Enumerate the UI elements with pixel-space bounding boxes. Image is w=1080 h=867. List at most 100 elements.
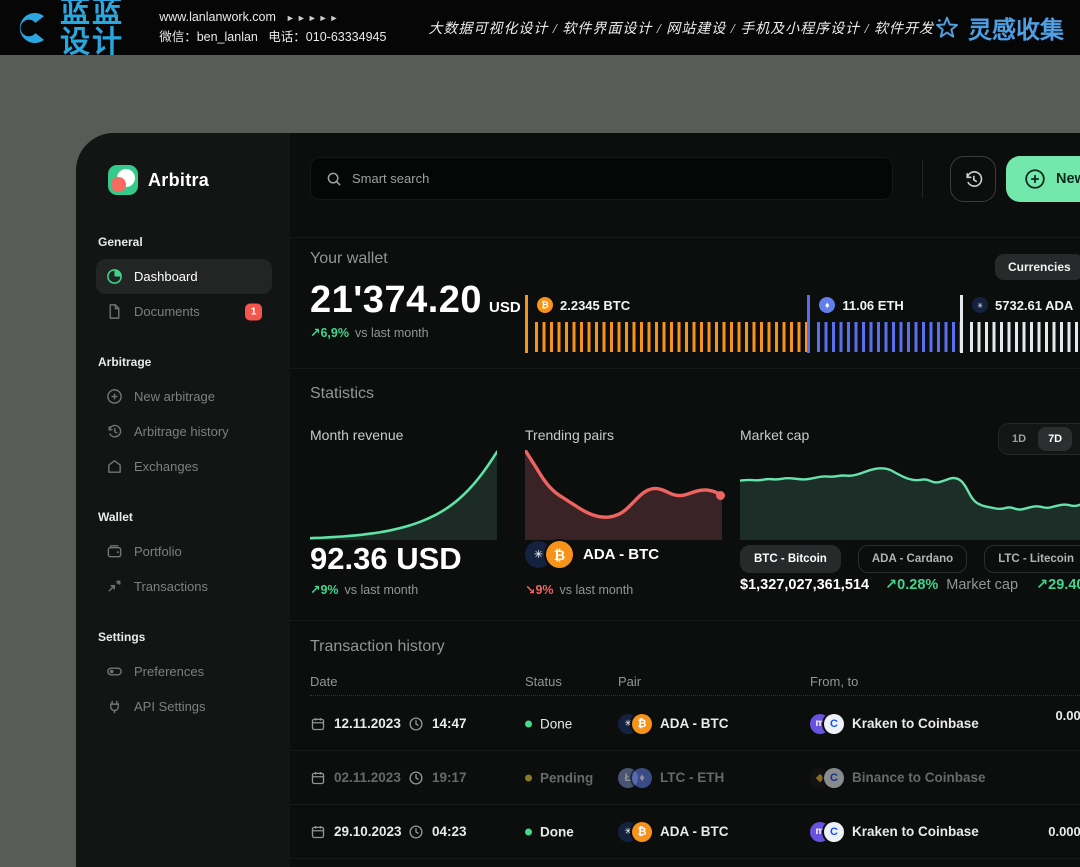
trending-pair-label: ADA - BTC bbox=[583, 546, 659, 563]
tx-amount: 0.0000 bbox=[1048, 824, 1080, 840]
month-revenue-change-suffix: vs last month bbox=[345, 583, 419, 597]
range-tab-1m[interactable]: 1M bbox=[1074, 427, 1080, 451]
segment-label: 11.06 ETH bbox=[842, 298, 903, 313]
ada-bars bbox=[970, 322, 1080, 352]
sidebar-item-label: Arbitrage history bbox=[134, 424, 229, 439]
arbitra-logo-icon bbox=[108, 165, 138, 195]
banner-wechat: 微信：ben_lanlan bbox=[159, 30, 258, 44]
search-bar[interactable] bbox=[310, 157, 893, 200]
sidebar-item-api-settings[interactable]: API Settings bbox=[96, 689, 272, 724]
sidebar-item-label: Preferences bbox=[134, 664, 204, 679]
topbar-divider bbox=[922, 160, 923, 198]
pair-icons bbox=[618, 822, 652, 842]
banner-collect-link[interactable]: 灵感收集 bbox=[934, 10, 1064, 45]
balance-currency: USD bbox=[489, 299, 521, 316]
sidebar-item-label: Documents bbox=[134, 304, 200, 319]
market-cap-change: ↗0.28% bbox=[885, 577, 938, 593]
wallet-segment-ada: 5732.61 ADA bbox=[960, 295, 1080, 353]
banner-collect-text: 灵感收集 bbox=[968, 10, 1064, 45]
segment-label: 2.2345 BTC bbox=[560, 298, 630, 313]
app-brand: Arbitra bbox=[108, 165, 272, 195]
sidebar-item-dashboard[interactable]: Dashboard bbox=[96, 259, 272, 294]
wallet-change: ↗6,9% vs last month bbox=[310, 325, 429, 340]
section-divider bbox=[290, 237, 1080, 238]
sidebar: Arbitra General Dashboard Documents 1 Ar… bbox=[76, 133, 290, 867]
wallet-change-value: ↗6,9% bbox=[310, 325, 349, 340]
pill-ada-cardano[interactable]: ADA - Cardano bbox=[858, 545, 967, 573]
trending-pair-icons bbox=[525, 541, 573, 568]
sidebar-section-arbitrage: Arbitrage New arbitrage Arbitrage histor… bbox=[96, 355, 272, 484]
month-revenue-chart bbox=[310, 450, 497, 540]
btc-coin-icon bbox=[537, 297, 553, 313]
trending-pairs-change-suffix: vs last month bbox=[560, 583, 634, 597]
month-revenue-value: 92.36 USD bbox=[310, 541, 462, 577]
tx-amount-line1: 0.0000 bbox=[1048, 824, 1080, 839]
sidebar-section-label: Wallet bbox=[98, 510, 272, 524]
segment-label: 5732.61 ADA bbox=[995, 298, 1073, 313]
sidebar-section-wallet: Wallet Portfolio Transactions bbox=[96, 510, 272, 604]
month-revenue-change-value: ↗9% bbox=[310, 582, 339, 597]
month-revenue-change: ↗9% vs last month bbox=[310, 582, 418, 597]
pill-ltc-litecoin[interactable]: LTC - Litecoin bbox=[984, 545, 1080, 573]
coinbase-icon bbox=[824, 714, 844, 734]
search-icon bbox=[326, 171, 342, 187]
tx-time: 19:17 bbox=[432, 770, 467, 785]
new-arbitrage-button[interactable]: New a bbox=[1006, 156, 1080, 202]
wallet-segment-btc: 2.2345 BTC bbox=[525, 295, 807, 353]
wallet-icon bbox=[106, 543, 123, 560]
tab-currencies[interactable]: Currencies bbox=[995, 254, 1080, 280]
btc-coin-icon bbox=[632, 714, 652, 734]
transaction-history-title: Transaction history bbox=[310, 638, 445, 656]
tx-amount: 0.0021 bbox=[1055, 708, 1080, 740]
lanlan-logo-text: 蓝蓝设计 bbox=[60, 0, 137, 58]
market-cap-coin-pills: BTC - Bitcoin ADA - Cardano LTC - Liteco… bbox=[740, 545, 1080, 573]
tx-date: 12.11.2023 bbox=[334, 716, 401, 731]
new-arbitrage-label: New a bbox=[1056, 171, 1080, 187]
sidebar-item-documents[interactable]: Documents 1 bbox=[96, 294, 272, 329]
lanlan-logo-icon bbox=[14, 9, 52, 47]
sidebar-item-portfolio[interactable]: Portfolio bbox=[96, 534, 272, 569]
site-banner: 蓝蓝设计 www.lanlanwork.com►►►►► 微信：ben_lanl… bbox=[0, 0, 1080, 55]
tx-amount-line1: 0.002 bbox=[1055, 708, 1080, 723]
plus-circle-icon bbox=[106, 388, 123, 405]
market-cap-chart bbox=[740, 450, 1080, 540]
sidebar-item-transactions[interactable]: Transactions bbox=[96, 569, 272, 604]
coinbase-icon bbox=[824, 822, 844, 842]
balance-value: 21'374.20 bbox=[310, 279, 482, 321]
eth-coin-icon bbox=[632, 768, 652, 788]
table-row[interactable]: 29.10.2023 04:23 Done ADA - BTC Kraken t… bbox=[290, 805, 1080, 859]
sidebar-item-label: Portfolio bbox=[134, 544, 182, 559]
status-dot bbox=[525, 828, 532, 835]
tx-status: Pending bbox=[540, 770, 593, 785]
banner-contact: www.lanlanwork.com►►►►► 微信：ben_lanlan 电话… bbox=[159, 8, 386, 47]
range-tab-1d[interactable]: 1D bbox=[1002, 427, 1036, 451]
search-input[interactable] bbox=[352, 171, 877, 186]
sidebar-item-label: API Settings bbox=[134, 699, 206, 714]
eth-bars bbox=[817, 322, 960, 352]
table-row[interactable]: 12.11.2023 14:47 Done ADA - BTC Kraken t… bbox=[290, 697, 1080, 751]
tx-route: Binance to Coinbase bbox=[852, 770, 986, 785]
section-divider bbox=[290, 368, 1080, 369]
sidebar-item-label: New arbitrage bbox=[134, 389, 215, 404]
tx-route: Kraken to Coinbase bbox=[852, 824, 979, 839]
banner-url[interactable]: www.lanlanwork.com bbox=[159, 10, 276, 24]
sidebar-item-new-arbitrage[interactable]: New arbitrage bbox=[96, 379, 272, 414]
tx-pair: ADA - BTC bbox=[660, 716, 729, 731]
calendar-icon bbox=[310, 824, 326, 840]
tx-pair: ADA - BTC bbox=[660, 824, 729, 839]
banner-phone: 电话：010-63334945 bbox=[268, 30, 386, 44]
range-tab-7d[interactable]: 7D bbox=[1038, 427, 1072, 451]
pill-btc-bitcoin[interactable]: BTC - Bitcoin bbox=[740, 545, 841, 573]
sidebar-section-label: Settings bbox=[98, 630, 272, 644]
arbitra-app-window: Arbitra General Dashboard Documents 1 Ar… bbox=[76, 133, 1080, 867]
banner-services: 大数据可视化设计 / 软件界面设计 / 网站建设 / 手机及小程序设计 / 软件… bbox=[428, 18, 934, 38]
lanlan-logo: 蓝蓝设计 bbox=[14, 0, 137, 58]
history-button[interactable] bbox=[950, 156, 996, 202]
table-row[interactable]: 02.11.2023 19:17 Pending LTC - ETH Binan… bbox=[290, 751, 1080, 805]
history-icon bbox=[963, 169, 984, 190]
sidebar-item-preferences[interactable]: Preferences bbox=[96, 654, 272, 689]
sidebar-section-label: General bbox=[98, 235, 272, 249]
sidebar-item-arbitrage-history[interactable]: Arbitrage history bbox=[96, 414, 272, 449]
tx-route: Kraken to Coinbase bbox=[852, 716, 979, 731]
sidebar-item-exchanges[interactable]: Exchanges bbox=[96, 449, 272, 484]
